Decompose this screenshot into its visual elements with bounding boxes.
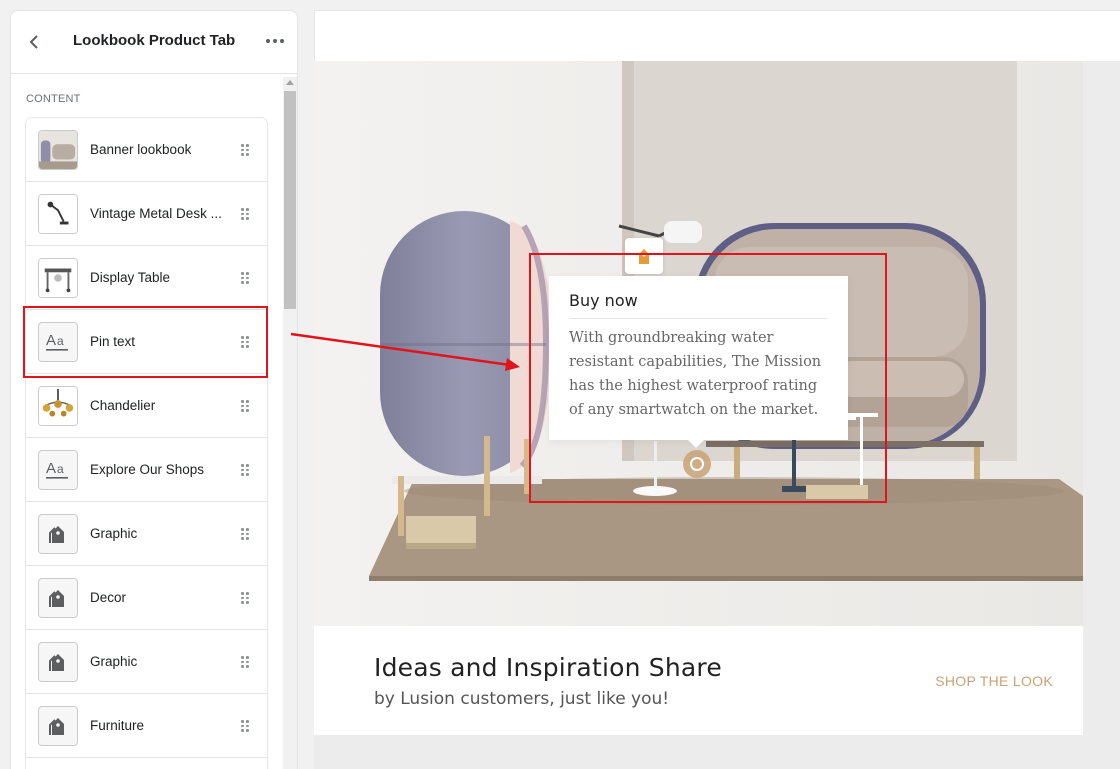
block-item-label: Decor: [90, 590, 127, 605]
block-item-label: Explore Our Shops: [90, 462, 205, 477]
block-item-chandelier[interactable]: Chandelier: [26, 374, 267, 438]
text-icon: Aa: [38, 322, 78, 362]
more-actions-button[interactable]: [265, 33, 285, 49]
text-icon: Aa: [38, 450, 78, 490]
popup-description: With groundbreaking water resistant capa…: [569, 330, 822, 418]
block-item-label: Graphic: [90, 526, 138, 541]
scroll-up-icon[interactable]: [286, 80, 294, 85]
svg-text:A: A: [46, 460, 56, 477]
block-item-partial[interactable]: [26, 758, 267, 769]
pin-text-popup: Buy now With groundbreaking water resist…: [549, 276, 848, 448]
lookbook-caption: Ideas and Inspiration Share by Lusion cu…: [314, 626, 1083, 735]
block-item-graphic[interactable]: Graphic: [26, 502, 267, 566]
block-item-label: Furniture: [90, 718, 145, 733]
popup-divider: [569, 318, 827, 319]
caption-subtitle: by Lusion customers, just like you!: [374, 689, 670, 709]
block-item-display-table[interactable]: Display Table: [26, 246, 267, 310]
tag-icon: [38, 706, 78, 746]
svg-text:A: A: [46, 332, 56, 349]
preview-gutter: [1083, 61, 1120, 735]
shop-the-look-link[interactable]: SHOP THE LOOK: [935, 673, 1053, 689]
chevron-left-icon: [29, 35, 38, 49]
block-item-furniture[interactable]: Furniture: [26, 694, 267, 758]
content-block-list: Banner lookbook Vintage Metal Desk ... D…: [26, 118, 267, 769]
svg-text:a: a: [57, 334, 64, 348]
drag-handle-icon[interactable]: [241, 720, 249, 732]
scroll-thumb[interactable]: [284, 91, 296, 309]
tag-icon: [639, 249, 649, 264]
block-item-pin-text[interactable]: Aa Pin text: [26, 310, 267, 374]
more-dot-icon: [266, 39, 270, 43]
more-dot-icon: [273, 39, 277, 43]
block-item-label: Display Table: [90, 270, 171, 285]
preview-footer-bg: [314, 735, 1120, 769]
block-item-label: Pin text: [90, 334, 136, 349]
popup-pointer: [687, 439, 705, 448]
block-item-vintage-metal-desk[interactable]: Vintage Metal Desk ...: [26, 182, 267, 246]
block-item-label: Banner lookbook: [90, 142, 192, 157]
popup-title: Buy now: [569, 291, 638, 310]
more-dot-icon: [280, 39, 284, 43]
pin-hotspot-button[interactable]: [683, 450, 711, 478]
drag-handle-icon[interactable]: [241, 272, 249, 284]
drag-handle-icon[interactable]: [241, 336, 249, 348]
drag-handle-icon[interactable]: [241, 208, 249, 220]
product-pin-button[interactable]: [625, 238, 663, 274]
block-item-decor[interactable]: Decor: [26, 566, 267, 630]
tag-icon: [38, 642, 78, 682]
back-button[interactable]: [25, 31, 43, 53]
table-photo-thumbnail: [38, 258, 78, 298]
block-item-label: Chandelier: [90, 398, 156, 413]
caption-title: Ideas and Inspiration Share: [374, 653, 722, 682]
block-item-label: Graphic: [90, 654, 138, 669]
drag-handle-icon[interactable]: [241, 592, 249, 604]
drag-handle-icon[interactable]: [241, 400, 249, 412]
sidebar-panel: Lookbook Product Tab CONTENT Banner look…: [10, 10, 298, 769]
block-item-label: Vintage Metal Desk ...: [90, 206, 222, 221]
drag-handle-icon[interactable]: [241, 144, 249, 156]
svg-text:a: a: [57, 462, 64, 476]
block-item-graphic[interactable]: Graphic: [26, 630, 267, 694]
tag-icon: [38, 578, 78, 618]
sofa-photo-thumbnail: [38, 130, 78, 170]
block-item-explore-our-shops[interactable]: Aa Explore Our Shops: [26, 438, 267, 502]
sidebar-header: Lookbook Product Tab: [11, 11, 297, 74]
sidebar-scrollbar[interactable]: [283, 77, 297, 769]
drag-handle-icon[interactable]: [241, 656, 249, 668]
section-label: CONTENT: [26, 93, 81, 105]
chandelier-photo-thumbnail: [38, 386, 78, 426]
annotation-arrow-icon: [290, 332, 520, 371]
desk-lamp-photo-thumbnail: [38, 194, 78, 234]
tag-icon: [38, 514, 78, 554]
drag-handle-icon[interactable]: [241, 464, 249, 476]
drag-handle-icon[interactable]: [241, 528, 249, 540]
block-item-banner-lookbook[interactable]: Banner lookbook: [26, 118, 267, 182]
sidebar-title: Lookbook Product Tab: [73, 32, 236, 49]
